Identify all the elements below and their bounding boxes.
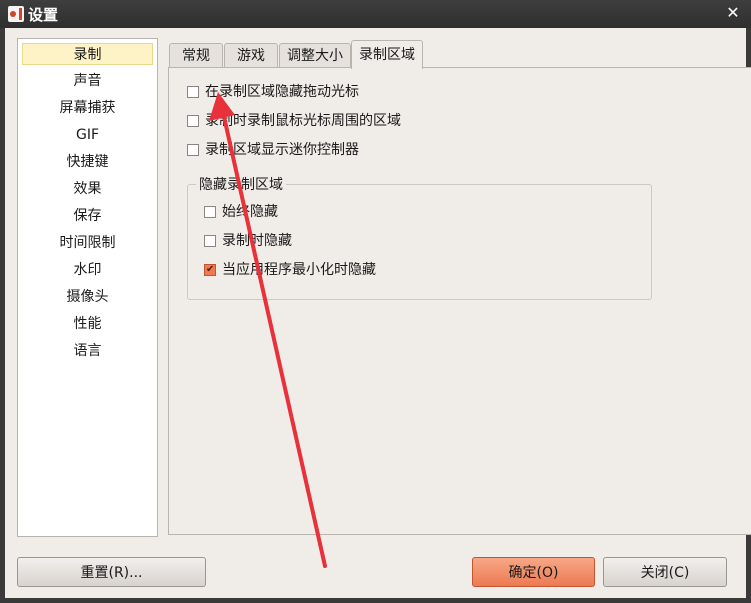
sidebar-item-sound[interactable]: 声音 (22, 70, 153, 92)
option-always-hide[interactable]: 始终隐藏 (204, 202, 278, 222)
tab-general[interactable]: 常规 (169, 43, 223, 68)
close-icon[interactable]: ✕ (723, 3, 743, 23)
option-hide-when-minimized[interactable]: 当应用程序最小化时隐藏 (204, 260, 376, 280)
settings-window: 设置 ✕ 录制 声音 屏幕捕获 GIF 快捷键 效果 保存 时间限制 水印 摄像… (0, 0, 751, 603)
checkbox[interactable] (187, 86, 199, 98)
option-show-mini-controller[interactable]: 录制区域显示迷你控制器 (187, 140, 359, 160)
sidebar-item-language[interactable]: 语言 (22, 340, 153, 362)
option-hide-drag-cursor[interactable]: 在录制区域隐藏拖动光标 (187, 82, 359, 102)
sidebar-item-time-limit[interactable]: 时间限制 (22, 232, 153, 254)
ok-button[interactable]: 确定(O) (472, 557, 595, 587)
sidebar-item-screen-capture[interactable]: 屏幕捕获 (22, 97, 153, 119)
sidebar-item-watermark[interactable]: 水印 (22, 259, 153, 281)
sidebar-item-performance[interactable]: 性能 (22, 313, 153, 335)
record-area-panel: 在录制区域隐藏拖动光标 录制时录制鼠标光标周围的区域 录制区域显示迷你控制器 隐… (168, 67, 751, 535)
group-title: 隐藏录制区域 (196, 174, 286, 194)
sidebar-item-save[interactable]: 保存 (22, 205, 153, 227)
close-button[interactable]: 关闭(C) (603, 557, 727, 587)
tab-game[interactable]: 游戏 (224, 43, 278, 68)
dialog-body: 录制 声音 屏幕捕获 GIF 快捷键 效果 保存 时间限制 水印 摄像头 性能 … (5, 28, 751, 598)
sidebar-item-webcam[interactable]: 摄像头 (22, 286, 153, 308)
tab-record-area[interactable]: 录制区域 (351, 40, 423, 69)
option-label: 在录制区域隐藏拖动光标 (205, 84, 359, 100)
sidebar-item-hotkeys[interactable]: 快捷键 (22, 151, 153, 173)
reset-button[interactable]: 重置(R)... (17, 557, 206, 587)
checkbox[interactable] (187, 115, 199, 127)
sidebar-item-effects[interactable]: 效果 (22, 178, 153, 200)
sidebar-item-record[interactable]: 录制 (22, 43, 153, 65)
window-title: 设置 (28, 6, 59, 24)
sidebar-item-gif[interactable]: GIF (22, 124, 153, 146)
option-label: 录制时隐藏 (222, 233, 292, 249)
checkmark-icon[interactable] (204, 260, 216, 280)
option-label: 始终隐藏 (222, 204, 278, 220)
checkbox[interactable] (204, 235, 216, 247)
app-icon (8, 6, 24, 22)
option-record-cursor-area[interactable]: 录制时录制鼠标光标周围的区域 (187, 111, 401, 131)
option-hide-while-recording[interactable]: 录制时隐藏 (204, 231, 292, 251)
hide-record-area-group: 隐藏录制区域 始终隐藏 录制时隐藏 当应用程序最小化时隐藏 (187, 174, 652, 300)
title-bar[interactable]: 设置 ✕ (0, 0, 751, 28)
tab-resize[interactable]: 调整大小 (279, 43, 351, 68)
settings-sidebar: 录制 声音 屏幕捕获 GIF 快捷键 效果 保存 时间限制 水印 摄像头 性能 … (17, 38, 158, 537)
checkbox[interactable] (187, 144, 199, 156)
option-label: 录制区域显示迷你控制器 (205, 142, 359, 158)
option-label: 当应用程序最小化时隐藏 (222, 262, 376, 278)
checkbox[interactable] (204, 206, 216, 218)
option-label: 录制时录制鼠标光标周围的区域 (205, 113, 401, 129)
